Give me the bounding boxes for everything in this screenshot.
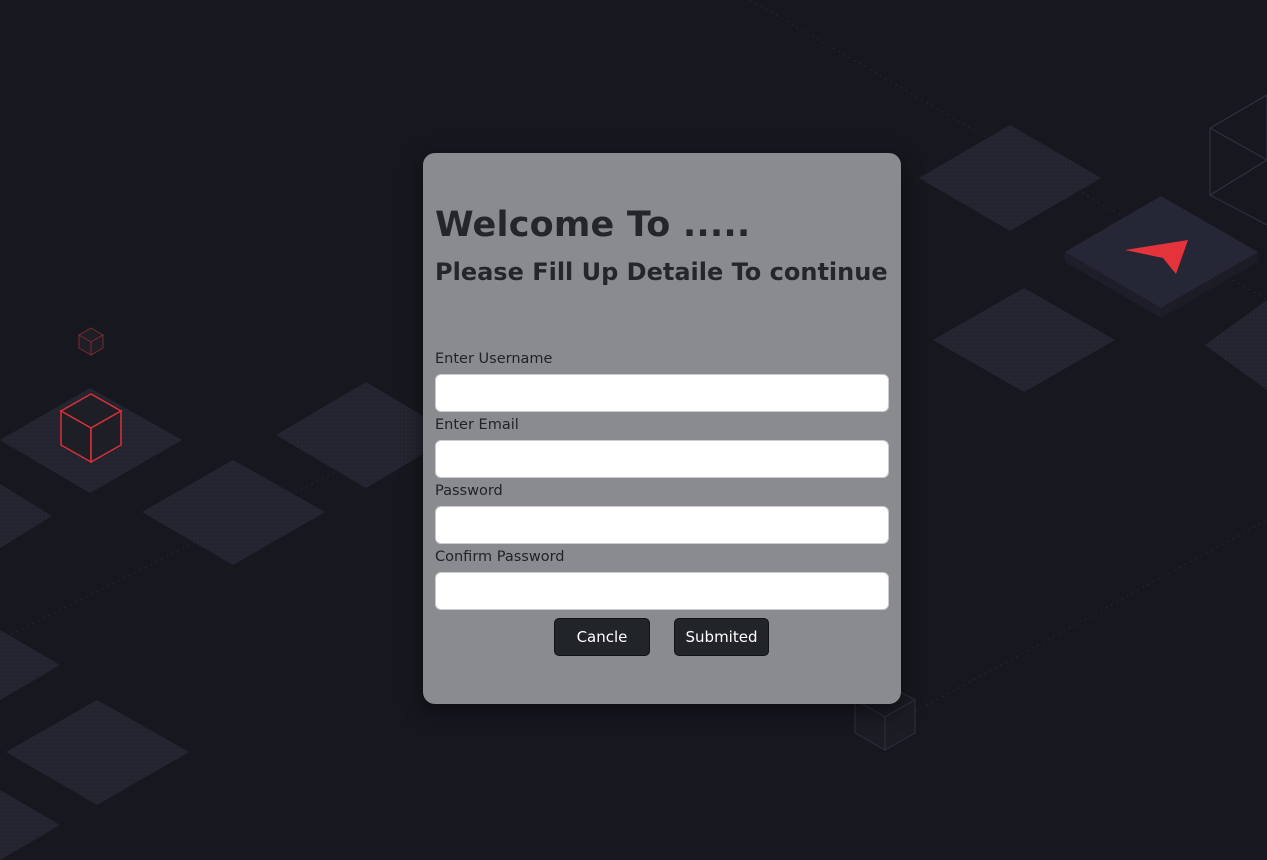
password-input[interactable] xyxy=(435,506,889,544)
confirm-password-label: Confirm Password xyxy=(435,549,565,565)
page-title: Welcome To ..... xyxy=(435,205,751,245)
username-label: Enter Username xyxy=(435,351,553,367)
confirm-password-input[interactable] xyxy=(435,572,889,610)
page-subtitle: Please Fill Up Detaile To continue xyxy=(435,258,888,286)
bg-tile xyxy=(919,125,1101,231)
password-label: Password xyxy=(435,483,503,499)
bg-tile xyxy=(1205,300,1267,390)
email-input[interactable] xyxy=(435,440,889,478)
submit-button[interactable]: Submited xyxy=(674,618,769,656)
bg-tile xyxy=(6,700,189,805)
signup-card: Welcome To ..... Please Fill Up Detaile … xyxy=(423,153,901,704)
bg-tile xyxy=(142,460,325,565)
isometric-cube-icon xyxy=(1209,94,1267,226)
bg-tile xyxy=(0,630,60,700)
bg-tile xyxy=(0,790,60,860)
bg-tile xyxy=(933,288,1115,392)
isometric-cube-icon xyxy=(78,327,104,356)
email-label: Enter Email xyxy=(435,417,519,433)
username-input[interactable] xyxy=(435,374,889,412)
bg-tile xyxy=(0,484,52,548)
cancel-button[interactable]: Cancle xyxy=(554,618,650,656)
